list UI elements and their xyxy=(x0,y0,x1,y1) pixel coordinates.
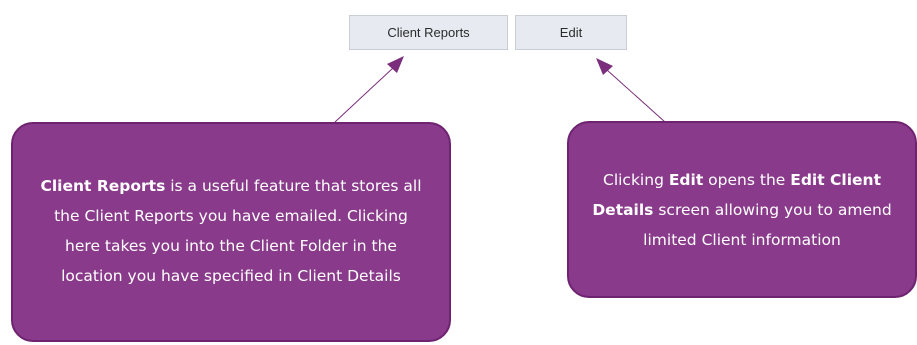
edit-callout-bold-1: Edit xyxy=(668,170,704,189)
edit-callout-text-3: screen allowing you to amend limited Cli… xyxy=(643,200,892,249)
edit-callout: Clicking Edit opens the Edit Client Deta… xyxy=(567,121,917,298)
edit-callout-text-1: Clicking xyxy=(603,170,669,189)
client-reports-arrow-line xyxy=(334,67,394,123)
client-reports-callout: Client Reports is a useful feature that … xyxy=(11,122,451,342)
edit-callout-text-2: opens the xyxy=(703,170,791,189)
client-reports-callout-title: Client Reports xyxy=(40,177,166,195)
edit-arrow-line xyxy=(606,69,666,123)
client-reports-callout-text: Client Reports is a useful feature that … xyxy=(37,171,425,291)
client-reports-arrow-head xyxy=(387,56,404,73)
edit-callout-text: Clicking Edit opens the Edit Client Deta… xyxy=(587,165,897,255)
